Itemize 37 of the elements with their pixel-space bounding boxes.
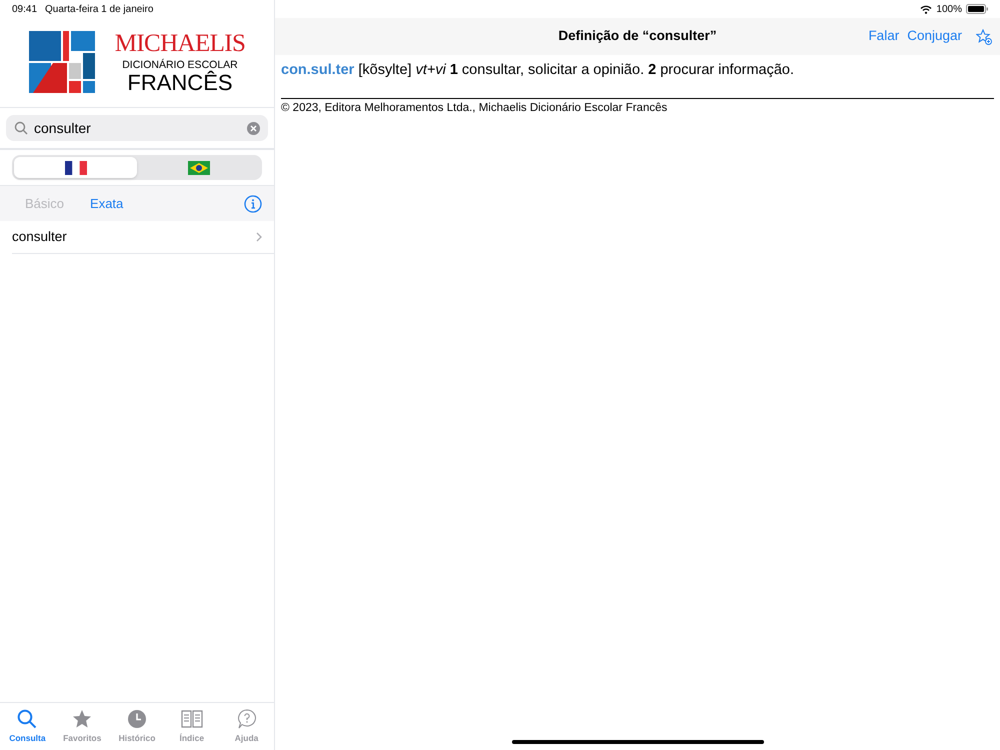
search-icon <box>17 709 38 729</box>
brazilian-flag-icon <box>188 160 210 174</box>
clock-icon <box>126 709 147 729</box>
french-flag-icon <box>64 160 86 174</box>
search-icon <box>14 121 28 135</box>
battery-icon <box>966 4 988 14</box>
action-link[interactable]: Falar <box>868 26 900 47</box>
chevron-right-icon <box>256 232 262 242</box>
tab-bar-item[interactable]: Índice <box>164 709 220 745</box>
headword: con.sul.ter <box>281 62 354 78</box>
logo-subtitle: DICIONÁRIO ESCOLAR <box>122 60 238 70</box>
definition-text: [kõsylte] vt+vi 1 consultar, solicitar a opinião. 2 procurar informação. <box>358 62 794 78</box>
battery-percentage: 100% <box>936 2 962 16</box>
tab-bar-item[interactable]: Ajuda <box>219 709 274 745</box>
result-row[interactable]: consulter <box>12 221 274 254</box>
copyright-notice: © 2023, Editora Melhoramentos Ltda., Michaelis Dicionário Escolar Francês <box>281 100 668 116</box>
brand-name: MICHAELIS <box>114 30 246 56</box>
search-bar[interactable]: consulter <box>6 115 268 141</box>
add-favorite-star-icon[interactable] <box>976 28 992 44</box>
open-book-icon <box>180 709 203 729</box>
logo-language: FRANCÊS <box>127 72 233 94</box>
tab-bar-item[interactable]: Histórico <box>110 709 164 745</box>
clear-icon[interactable] <box>247 122 260 134</box>
info-icon[interactable] <box>244 194 262 212</box>
mode-tab[interactable]: Exata <box>86 194 128 214</box>
action-link[interactable]: Conjugar <box>907 26 962 47</box>
search-field[interactable]: consulter <box>34 118 241 138</box>
logo-mosaic-icon <box>28 30 95 94</box>
status-time: 09:41 <box>12 2 38 16</box>
star-icon <box>72 709 92 729</box>
tab-bar-item[interactable]: Favoritos <box>54 709 110 745</box>
language-segment[interactable] <box>14 157 137 178</box>
help-bubble-icon <box>236 709 257 729</box>
page-title: Definição de “consulter” <box>558 27 717 46</box>
tab-bar-item[interactable]: Consulta <box>0 709 55 745</box>
status-date: Quarta-feira 1 de janeiro <box>45 2 154 16</box>
wifi-icon <box>920 4 932 14</box>
